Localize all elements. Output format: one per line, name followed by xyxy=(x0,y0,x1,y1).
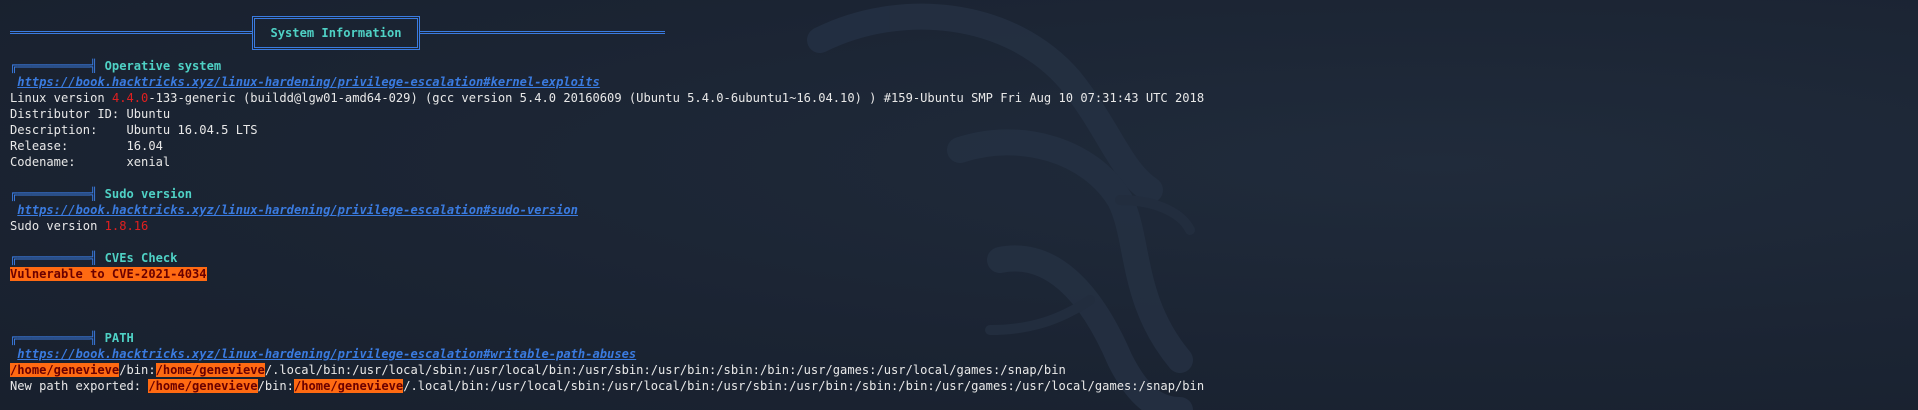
section-header-title: System Information xyxy=(252,16,420,50)
cve-result-line: Vulnerable to CVE-2021-4034 xyxy=(10,266,207,282)
link-sudo-version[interactable]: https://book.hacktricks.xyz/linux-harden… xyxy=(17,203,578,217)
path-home-highlight: /home/genevieve xyxy=(148,379,258,393)
path-exported-line: New path exported: /home/genevieve/bin:/… xyxy=(10,378,1204,394)
section-glyph: ╔══════════╣ xyxy=(10,187,98,201)
section-heading-os: ╔══════════╣ Operative system xyxy=(10,58,221,74)
link-line-sudo: https://book.hacktricks.xyz/linux-harden… xyxy=(10,202,578,218)
path-segment: /bin: xyxy=(119,363,156,377)
link-writable-path-abuses[interactable]: https://book.hacktricks.xyz/linux-harden… xyxy=(17,347,636,361)
link-line-path: https://book.hacktricks.xyz/linux-harden… xyxy=(10,346,636,362)
section-heading-sudo: ╔══════════╣ Sudo version xyxy=(10,186,192,202)
cve-vulnerable-badge: Vulnerable to CVE-2021-4034 xyxy=(10,267,207,281)
path-value-line: /home/genevieve/bin:/home/genevieve/.loc… xyxy=(10,362,1066,378)
section-title-path: PATH xyxy=(104,331,134,345)
release-line: Release: 16.04 xyxy=(10,139,163,153)
kernel-suffix: -133-generic (buildd@lgw01-amd64-029) (g… xyxy=(148,91,1205,105)
sudo-version-value: 1.8.16 xyxy=(104,219,149,233)
description-line: Description: Ubuntu 16.04.5 LTS xyxy=(10,123,258,137)
path-segment: /bin: xyxy=(257,379,294,393)
sudo-prefix: Sudo version xyxy=(10,219,105,233)
terminal-window[interactable]: System Information ╔══════════╣ Operativ… xyxy=(0,0,1918,410)
section-title-cves: CVEs Check xyxy=(104,251,178,265)
kernel-version-line: Linux version 4.4.0-133-generic (buildd@… xyxy=(10,90,1204,106)
path-home-highlight: /home/genevieve xyxy=(155,363,265,377)
sudo-version-line: Sudo version 1.8.16 xyxy=(10,218,148,234)
kernel-version-value: 4.4.0 xyxy=(111,91,149,105)
path-home-highlight: /home/genevieve xyxy=(293,379,404,393)
section-glyph: ╔══════════╣ xyxy=(10,331,98,345)
kernel-prefix: Linux version xyxy=(10,91,112,105)
link-line-os: https://book.hacktricks.xyz/linux-harden… xyxy=(10,74,599,90)
link-kernel-exploits[interactable]: https://book.hacktricks.xyz/linux-harden… xyxy=(17,75,599,89)
section-heading-cves: ╔══════════╣ CVEs Check xyxy=(10,250,177,266)
section-glyph: ╔══════════╣ xyxy=(10,59,98,73)
section-title-sudo: Sudo version xyxy=(104,187,193,201)
codename-line: Codename: xenial xyxy=(10,155,171,169)
section-heading-path: ╔══════════╣ PATH xyxy=(10,330,134,346)
header-rule-right xyxy=(420,31,665,34)
path-exported-prefix: New path exported: xyxy=(10,379,149,393)
path-segment: /.local/bin:/usr/local/sbin:/usr/local/b… xyxy=(264,363,1066,377)
path-home-highlight: /home/genevieve xyxy=(10,363,120,377)
header-rule-left xyxy=(10,31,252,34)
section-title-os: Operative system xyxy=(104,59,222,73)
section-glyph: ╔══════════╣ xyxy=(10,251,98,265)
path-segment: /.local/bin:/usr/local/sbin:/usr/local/b… xyxy=(403,379,1205,393)
distributor-line: Distributor ID: Ubuntu xyxy=(10,107,171,121)
